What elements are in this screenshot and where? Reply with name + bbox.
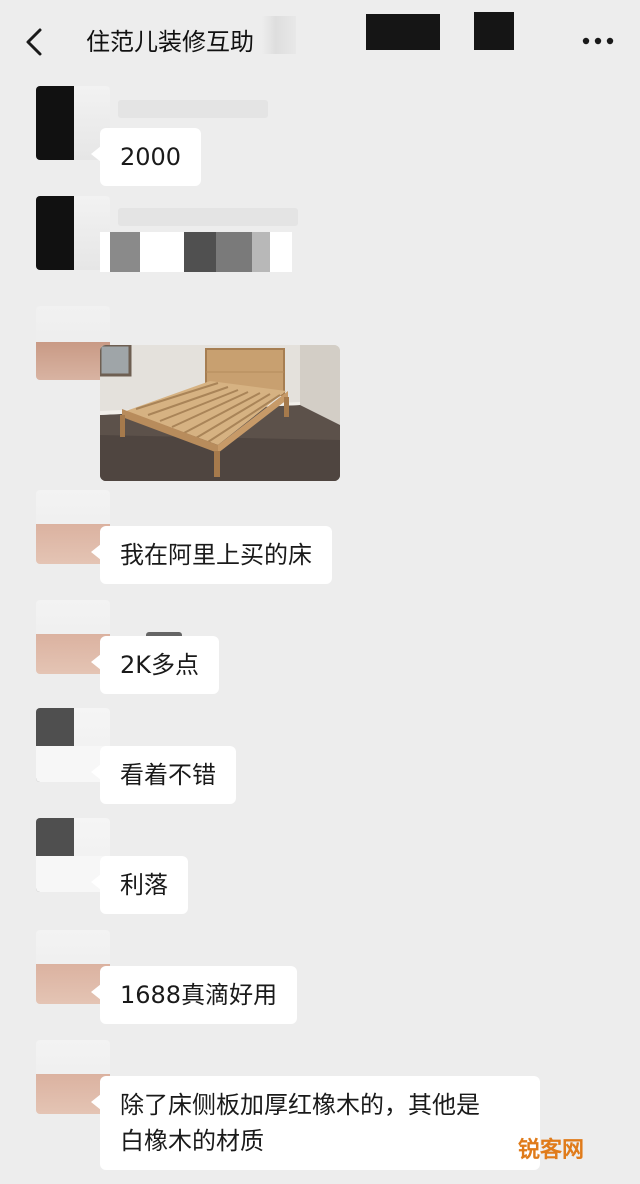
bed-photo-image (100, 345, 340, 481)
chevron-left-icon (26, 28, 42, 56)
censored-message-bubble[interactable] (100, 232, 292, 272)
avatar[interactable] (36, 196, 110, 270)
message-bubble[interactable]: 除了床侧板加厚红橡木的，其他是 白橡木的材质 (91, 1076, 540, 1170)
pixel-block (184, 232, 216, 272)
message-bubble[interactable]: 2000 (90, 128, 202, 186)
chat-header: 住范儿装修互助 (0, 0, 640, 84)
pixel-block (216, 232, 252, 272)
bed-photo[interactable] (100, 345, 340, 481)
title-blur (262, 16, 296, 54)
more-dots-icon (582, 37, 614, 45)
back-button[interactable] (20, 22, 52, 62)
avatar[interactable] (36, 306, 110, 380)
pixel-block (110, 232, 140, 272)
watermark: 锐客网 (518, 1138, 585, 1163)
title-redaction (474, 12, 514, 50)
chat-title: 住范儿装修互助 (86, 28, 254, 56)
message-bubble[interactable]: 利落 (91, 856, 188, 914)
message-bubble[interactable]: 看着不错 (91, 746, 236, 804)
more-button[interactable] (578, 26, 618, 56)
message-bubble[interactable]: 2K多点 (90, 636, 220, 694)
title-redaction (366, 14, 440, 50)
sender-name-blur (118, 208, 298, 226)
message-bubble[interactable]: 1688真滴好用 (90, 966, 298, 1024)
pixel-block (252, 232, 270, 272)
sender-name-blur (118, 100, 268, 118)
message-bubble[interactable]: 我在阿里上买的床 (91, 526, 332, 584)
